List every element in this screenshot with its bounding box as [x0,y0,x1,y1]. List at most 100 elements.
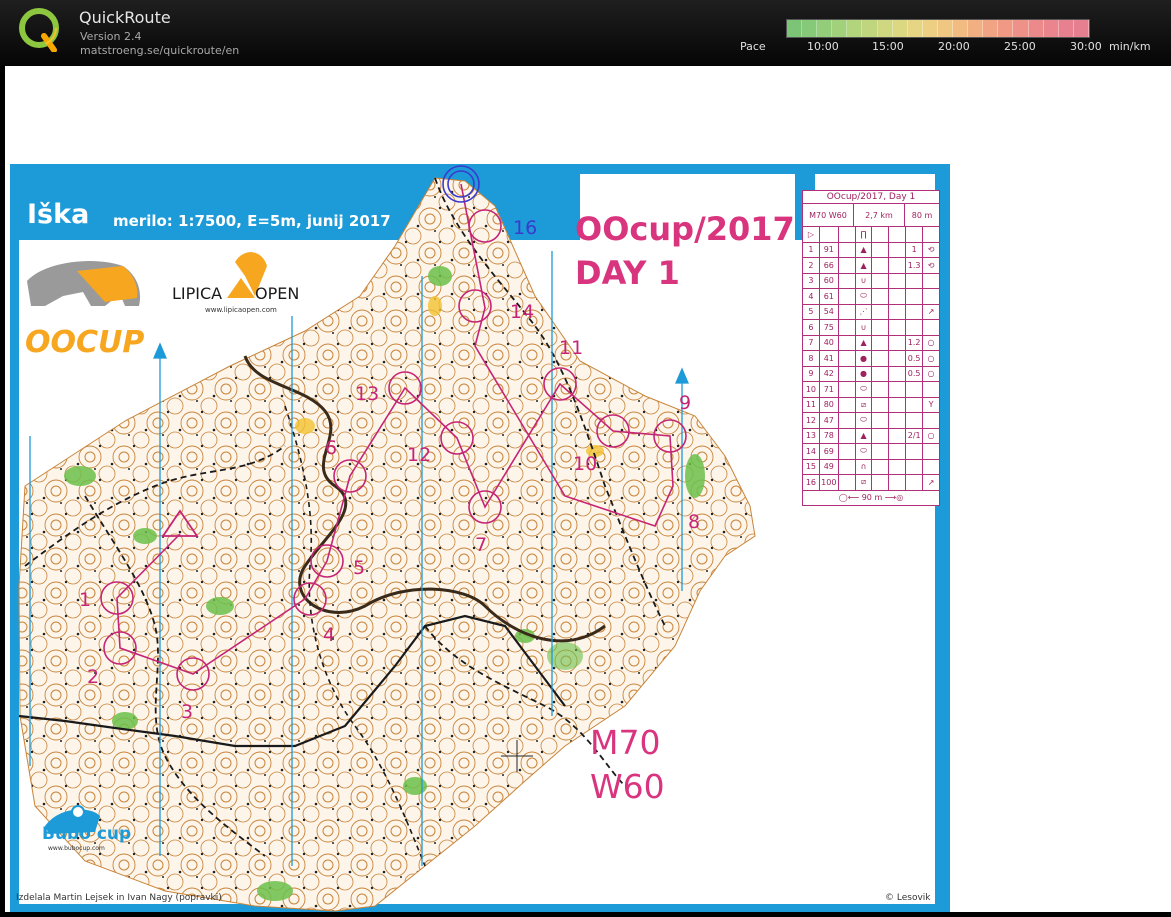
cd-control-number: 10 [803,382,820,397]
pace-color-segment [787,20,803,37]
cd-empty-cell [889,413,907,428]
cd-control-code: 40 [820,335,839,350]
cd-feature: ⧄ [856,475,873,490]
finish-end-icon: ⟶◎ [882,493,904,502]
control-label: 13 [355,383,379,405]
cd-dimension [906,273,924,288]
cd-control-row: 3 60 ∪ [803,273,939,289]
cd-empty-cell [839,475,856,490]
cd-control-row: 11 80 ⧄ Y [803,397,939,413]
cd-empty-cell [872,335,890,350]
cd-control-number: 8 [803,351,820,366]
cd-empty-cell [839,258,856,273]
lipica-url: www.lipicaopen.com [205,306,277,314]
orienteering-map[interactable]: 1 2 3 4 5 6 7 8 9 10 11 12 13 14 16 Iška… [5,66,1171,912]
pace-color-segment [998,20,1014,37]
cd-empty-cell [872,258,890,273]
cd-empty-cell [889,242,907,257]
pace-color-segment [983,20,999,37]
cd-length: 2,7 km [854,204,905,226]
cd-empty-cell [839,304,856,319]
cd-empty-cell [839,366,856,381]
pace-color-segment [1028,20,1044,37]
cd-empty-cell [889,366,907,381]
pace-color-segment [802,20,818,37]
cd-control-number: 1 [803,242,820,257]
class-men: M70 [590,723,660,762]
lipica-title: LIPICA [172,284,222,303]
cd-empty-cell [839,320,856,335]
cd-control-number: 12 [803,413,820,428]
cd-empty-cell [889,397,907,412]
cd-empty-cell [839,428,856,443]
cd-control-code: 78 [820,428,839,443]
cd-empty-cell [889,273,907,288]
pace-color-segment [877,20,893,37]
app-url-link[interactable]: matstroeng.se/quickroute/en [80,44,239,57]
cd-empty-cell [872,289,890,304]
cd-empty-cell [889,475,907,490]
event-day: DAY 1 [575,254,680,292]
cd-control-row: 7 40 ▲ 1.2 ○ [803,335,939,351]
map-scale-info: merilo: 1:7500, E=5m, junij 2017 [113,212,391,230]
control-label: 11 [559,337,583,359]
oocup-wordmark: OOCUP [25,325,144,360]
cd-dimension [906,475,924,490]
pace-color-segment [817,20,833,37]
cd-control-number: 14 [803,444,820,459]
cd-control-number: 2 [803,258,820,273]
pace-color-segment [1073,20,1089,37]
cd-control-row: 9 42 ● 0.5 ○ [803,366,939,382]
cd-location [923,274,939,289]
cd-location [923,444,939,459]
quickroute-logo [19,8,59,52]
pace-color-segment [968,20,984,37]
cd-location [923,413,939,428]
pace-color-segment [1058,20,1074,37]
pace-color-segment [907,20,923,37]
cd-dimension: 0.5 [906,351,924,366]
cd-header: M70 W60 2,7 km 80 m [803,204,939,227]
cd-dimension: 1 [906,242,924,257]
cd-control-code: 54 [820,304,839,319]
pace-color-segment [832,20,848,37]
bubo-url: www.bubocup.com [48,845,105,852]
pace-color-segment [1013,20,1029,37]
map-canvas[interactable]: 1 2 3 4 5 6 7 8 9 10 11 12 13 14 16 Iška… [5,66,1171,912]
cd-empty-cell [839,289,856,304]
control-label: 6 [325,437,337,459]
cd-empty-cell [839,444,856,459]
cd-control-row: 14 69 ⬭ [803,444,939,460]
pace-color-segment [922,20,938,37]
map-credits: Izdelala Martin Lejsek in Ivan Nagy (pop… [16,893,222,903]
cd-control-code: 91 [820,242,839,257]
cd-empty-cell [889,428,907,443]
cd-feature: ● [856,351,873,366]
cd-control-row: 6 75 ∪ [803,320,939,336]
cd-location [923,382,939,397]
cd-empty-cell [839,459,856,474]
pace-tick: 20:00 [938,40,970,53]
control-label: 7 [475,534,487,556]
cd-control-number: 6 [803,320,820,335]
cd-feature: ▲ [856,242,873,257]
cd-dimension [906,382,924,397]
cd-feature: ▲ [856,258,873,273]
cd-empty-cell [839,335,856,350]
map-name: Iška [27,199,89,230]
cd-control-code: 69 [820,444,839,459]
cd-dimension [906,413,924,428]
cd-empty-cell [872,351,890,366]
cd-empty-cell [839,382,856,397]
cd-control-number: 3 [803,273,820,288]
cd-feature: ∩ [856,459,873,474]
pace-color-segment [847,20,863,37]
cd-control-code: 60 [820,273,839,288]
pace-color-segment [937,20,954,37]
control-label: 16 [513,217,537,239]
cd-control-number: 11 [803,397,820,412]
cd-control-row: 4 61 ⬭ [803,289,939,305]
cd-dimension: 2/1 [906,428,924,443]
cd-empty-cell [889,459,907,474]
cd-feature: ∪ [856,320,873,335]
